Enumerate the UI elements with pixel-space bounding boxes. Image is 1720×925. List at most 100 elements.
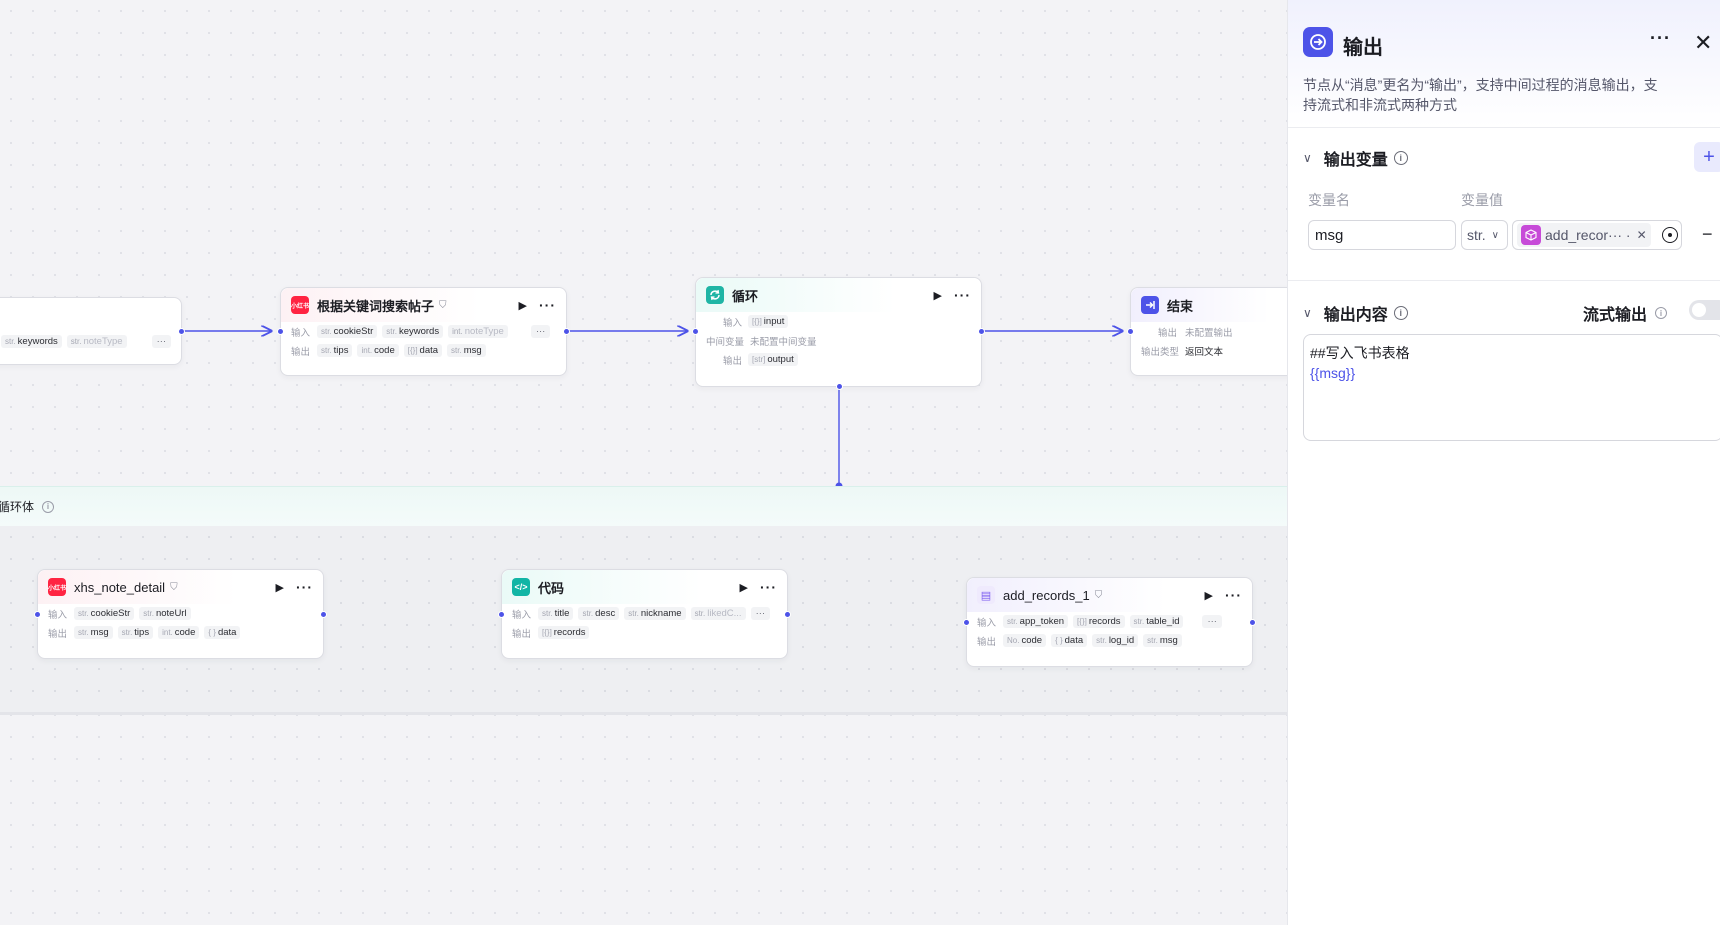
output-port[interactable] (563, 328, 570, 335)
input-chip: str. desc (578, 607, 620, 620)
run-icon[interactable]: ▶ (1205, 589, 1213, 602)
end-node[interactable]: 结束 输出 未配置输出 输出类型 返回文本 (1127, 287, 1287, 376)
output-label: 输出 (48, 628, 68, 640)
output-chip: str. msg (447, 344, 486, 357)
input-label: 输入 (977, 617, 997, 629)
info-icon[interactable]: i (1393, 151, 1408, 165)
output-chip: str. msg (74, 626, 113, 639)
more-chip[interactable]: ··· (1202, 615, 1222, 628)
more-chip[interactable]: ··· (750, 607, 771, 620)
mid-var-label: 中间变量 (706, 336, 745, 348)
remove-variable-button[interactable]: − (1702, 224, 1713, 245)
input-port[interactable] (692, 328, 699, 335)
start-input-chip: str. noteType (66, 335, 127, 348)
input-port[interactable] (963, 619, 970, 626)
more-icon[interactable]: ··· (954, 287, 971, 303)
stream-output-label: 流式输出 i (1583, 301, 1668, 325)
info-icon[interactable]: i (1655, 307, 1668, 319)
run-icon[interactable]: ▶ (740, 581, 748, 594)
input-label: 输入 (512, 609, 532, 621)
variable-picker-icon[interactable] (1662, 227, 1678, 243)
input-chip: str. title (538, 607, 574, 620)
output-label: 输出 (512, 628, 532, 640)
input-chip: str. nickname (624, 607, 686, 620)
output-label: 输出 (1157, 327, 1177, 339)
input-chip: str. noteUrl (139, 607, 191, 620)
output-content-header[interactable]: ∨ 输出内容 i (1303, 301, 1408, 325)
more-icon[interactable]: ··· (1225, 587, 1242, 603)
input-chip: str. app_token (1003, 615, 1069, 628)
run-icon[interactable]: ▶ (276, 581, 284, 594)
node-title: 根据关键词搜索帖子 (317, 298, 435, 314)
input-chip: int. noteType (448, 325, 508, 338)
plugin-badge-icon: ⛉ (170, 581, 178, 593)
more-chip[interactable]: ··· (151, 335, 172, 348)
output-port[interactable] (178, 328, 185, 335)
input-port[interactable] (277, 328, 284, 335)
plugin-badge-icon: ⛉ (439, 299, 447, 311)
run-icon[interactable]: ▶ (934, 289, 942, 302)
remove-icon[interactable]: ✕ (1637, 228, 1647, 242)
code-node[interactable]: </> 代码 ▶ ··· 输入 str. title str. desc str. n… (498, 569, 791, 659)
output-vars-header[interactable]: ∨ 输出变量 i (1303, 146, 1408, 170)
workflow-canvas[interactable]: str. keywords str. noteType ··· 小红书 根据关键词搜… (0, 0, 1287, 925)
add-variable-button[interactable]: + (1694, 142, 1720, 172)
stream-output-toggle[interactable] (1689, 300, 1720, 320)
output-content-editor[interactable]: ##写入飞书表格 {{msg}} (1303, 334, 1720, 441)
node-title: add_records_1 (1003, 587, 1090, 603)
output-chip: No. code (1003, 634, 1047, 647)
output-port[interactable] (320, 611, 327, 618)
panel-header: 输出 ··· ✕ 节点从“消息”更名为“输出”，支持中间过程的消息输出，支 持流… (1288, 0, 1720, 128)
output-chip: str. tips (317, 344, 353, 357)
output-label: 输出 (977, 636, 997, 648)
run-icon[interactable]: ▶ (519, 299, 527, 312)
end-output-value: 未配置输出 (1185, 327, 1233, 339)
start-node[interactable]: str. keywords str. noteType ··· (0, 297, 185, 365)
output-node-icon (1303, 27, 1333, 57)
input-label: 输入 (291, 327, 311, 339)
more-icon[interactable]: ··· (1650, 28, 1671, 49)
more-icon[interactable]: ··· (539, 297, 556, 313)
input-label: 输入 (48, 609, 68, 621)
more-chip[interactable]: ··· (530, 325, 551, 338)
input-port[interactable] (34, 611, 41, 618)
panel-title[interactable]: 输出 (1343, 31, 1383, 60)
code-icon: </> (512, 578, 530, 596)
output-port[interactable] (978, 328, 985, 335)
output-port[interactable] (1249, 619, 1256, 626)
table-icon: ▤ (977, 586, 995, 604)
more-icon[interactable]: ··· (296, 579, 313, 595)
var-value-ref[interactable]: add_recor··· · ✕ (1512, 220, 1682, 250)
output-chip: int. code (158, 626, 200, 639)
info-icon[interactable]: i (42, 500, 55, 513)
close-icon[interactable]: ✕ (1694, 30, 1712, 56)
chevron-down-icon: ∨ (1491, 229, 1499, 241)
loop-node[interactable]: 循环 ▶ ··· 输入 [{}] input 中间变量 未配置中间变量 输出 [s… (692, 277, 985, 390)
start-input-chip: str. keywords (1, 335, 62, 348)
loop-body-label: 循环体 (0, 500, 35, 514)
node-title: xhs_note_detail (74, 579, 166, 595)
variable-chip[interactable]: add_recor··· · ✕ (1517, 223, 1651, 247)
loop-body-port[interactable] (836, 383, 843, 390)
output-chip: [{}] data (403, 344, 443, 357)
input-label: 输入 (722, 317, 742, 329)
node-title: 结束 (1167, 298, 1194, 314)
output-chip: str. tips (117, 626, 154, 639)
node-title: 循环 (732, 288, 759, 304)
chevron-down-icon[interactable]: ∨ (1303, 306, 1312, 320)
note-detail-node[interactable]: 小红书 xhs_note_detail ⛉ ▶ ··· 输入 str. cooki… (34, 569, 327, 659)
panel-description: 节点从“消息”更名为“输出”，支持中间过程的消息输出，支 持流式和非流式两种方式 (1303, 77, 1658, 113)
search-posts-node[interactable]: 小红书 根据关键词搜索帖子 ⛉ ▶ ··· 输入 str. cookieStr s… (277, 287, 570, 376)
input-port[interactable] (498, 611, 505, 618)
input-chip: str. keywords (382, 325, 444, 338)
output-chip: [str] output (748, 353, 798, 366)
input-port[interactable] (1127, 328, 1134, 335)
info-icon[interactable]: i (1393, 306, 1408, 320)
add-records-node[interactable]: ▤ add_records_1 ⛉ ▶ ··· 输入 str. app_token… (963, 577, 1256, 667)
more-icon[interactable]: ··· (760, 579, 777, 595)
var-name-input[interactable]: msg (1308, 220, 1456, 250)
chevron-down-icon[interactable]: ∨ (1303, 151, 1312, 165)
output-chip: [{}] records (538, 626, 590, 639)
output-port[interactable] (784, 611, 791, 618)
var-type-select[interactable]: str. ∨ (1461, 220, 1508, 250)
